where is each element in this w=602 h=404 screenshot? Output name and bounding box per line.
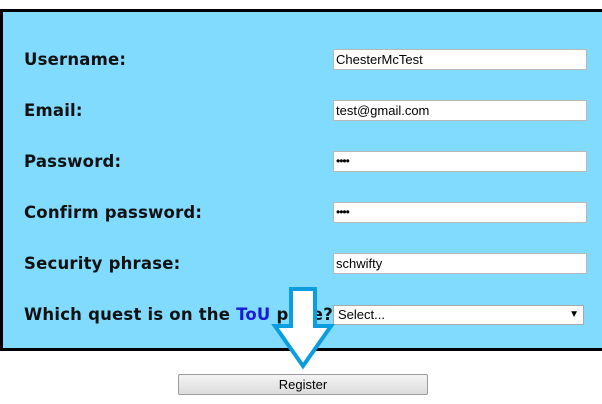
quest-select[interactable]: Select... ▼ [333,305,584,325]
password-label: Password: [24,152,122,171]
down-arrow-hint-icon [271,287,335,370]
tou-link[interactable]: ToU [236,305,270,324]
password-row: Password: •••• [24,150,602,174]
security-phrase-label: Security phrase: [24,254,181,273]
security-phrase-input[interactable]: schwifty [333,253,587,274]
quest-label-prefix: Which quest is on the [24,305,237,324]
username-label: Username: [24,50,127,69]
registration-page: Username: ChesterMcTest Email: test@gmai… [0,0,602,404]
email-input[interactable]: test@gmail.com [333,100,587,121]
register-button[interactable]: Register [178,374,428,395]
confirm-password-label: Confirm password: [24,203,203,222]
quest-select-value: Select... [338,307,385,322]
username-input[interactable]: ChesterMcTest [333,49,587,70]
username-row: Username: ChesterMcTest [24,48,602,72]
confirm-password-row: Confirm password: •••• [24,201,602,225]
email-label: Email: [24,101,83,120]
password-input[interactable]: •••• [333,151,587,172]
email-row: Email: test@gmail.com [24,99,602,123]
dropdown-caret-icon: ▼ [569,309,579,320]
confirm-password-input[interactable]: •••• [333,202,587,223]
security-phrase-row: Security phrase: schwifty [24,252,602,276]
